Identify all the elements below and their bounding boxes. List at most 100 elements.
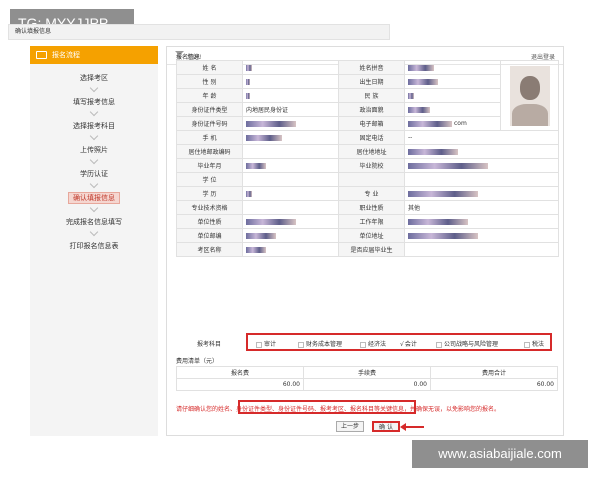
- degree-label: 学 位: [176, 172, 243, 187]
- applicant-photo: [509, 65, 550, 126]
- checkbox[interactable]: [436, 341, 442, 348]
- subject-option[interactable]: 审计: [256, 339, 276, 348]
- sidebar-step-label: 确认填报信息: [68, 192, 120, 204]
- sidebar-step[interactable]: 填写报考信息: [30, 96, 158, 120]
- chevron-down-icon: [89, 203, 99, 213]
- fee-header: 费用合计: [430, 366, 558, 379]
- postcode-label: 居住地邮政编码: [176, 144, 243, 159]
- subject-label: 审计: [264, 341, 277, 348]
- sidebar-step-label: 完成报名信息填写: [66, 218, 122, 226]
- grad-year-label: 毕业年月: [176, 158, 243, 173]
- sidebar-step-label: 填写报考信息: [73, 98, 115, 106]
- sidebar-step[interactable]: 上传照片: [30, 144, 158, 168]
- chevron-down-icon: [89, 179, 99, 189]
- sidebar-step-label: 选择报考科目: [73, 122, 115, 130]
- employer-value: [242, 214, 339, 229]
- fee-value: 0.00: [303, 378, 431, 391]
- step-list: 选择考区填写报考信息 选择报考科目 上传照片学历认证确认填报信息完成报名信息填写 打印…: [30, 64, 158, 264]
- birthdate-value: [404, 74, 501, 89]
- sidebar-step[interactable]: 打印报名信息表: [30, 240, 158, 264]
- phone-value: --: [404, 130, 559, 145]
- birthdate-label: 出生日期: [338, 74, 405, 89]
- sidebar-step[interactable]: 确认填报信息: [30, 192, 158, 216]
- area-value: [242, 242, 339, 257]
- job-value: 其他: [404, 200, 559, 215]
- subjects-box: 审计 财务成本管理 经济法 √会计 公司战略与风险管理 税法: [246, 333, 552, 351]
- checkbox[interactable]: [524, 341, 530, 348]
- work-address-value: [404, 228, 559, 243]
- checkbox[interactable]: [298, 341, 304, 348]
- subject-label: 经济法: [368, 341, 387, 348]
- education-label: 学 历: [176, 186, 243, 201]
- pinyin-value: [404, 60, 501, 75]
- job-label: 职业性质: [338, 200, 405, 215]
- subject-option[interactable]: 经济法: [360, 339, 386, 348]
- sidebar-title: 报名流程: [52, 51, 80, 59]
- mobile-value: [242, 130, 339, 145]
- name-value: [242, 60, 339, 75]
- sidebar-step[interactable]: 选择报考科目: [30, 120, 158, 144]
- sidebar-step[interactable]: 学历认证: [30, 168, 158, 192]
- chevron-down-icon: [89, 155, 99, 165]
- pinyin-label: 姓名拼音: [338, 60, 405, 75]
- checkmark-icon[interactable]: √: [400, 341, 404, 348]
- checkbox[interactable]: [256, 341, 262, 348]
- work-years-label: 工作年限: [338, 214, 405, 229]
- id-number-value: [242, 116, 339, 131]
- subject-label: 公司战略与风险管理: [444, 341, 499, 348]
- fee-header: 报名费: [176, 366, 304, 379]
- id-number-label: 身份证件号码: [176, 116, 243, 131]
- fee-value: 60.00: [176, 378, 304, 391]
- age-value: [242, 88, 339, 103]
- subject-option[interactable]: 税法: [524, 339, 544, 348]
- email-suffix: com: [454, 120, 467, 127]
- sidebar-header: 报名流程: [30, 46, 158, 64]
- monitor-icon: [36, 51, 47, 59]
- sidebar-step-label: 上传照片: [80, 146, 108, 154]
- subject-label: 税法: [532, 341, 545, 348]
- fee-table: 报名费 手续费 费用合计 60.00 0.00 60.00: [176, 366, 558, 391]
- fee-section-label: 费用清单（元）: [176, 358, 219, 365]
- fee-value: 60.00: [430, 378, 558, 391]
- chevron-down-icon: [89, 83, 99, 93]
- major-value: [404, 186, 559, 201]
- sidebar-step-label: 打印报名信息表: [69, 242, 119, 250]
- name-label: 姓 名: [176, 60, 243, 75]
- chevron-down-icon: [89, 227, 99, 237]
- title-qual-value: [242, 200, 339, 215]
- political-value: [404, 102, 501, 117]
- gender-label: 性 别: [176, 74, 243, 89]
- work-address-label: 单位地址: [338, 228, 405, 243]
- work-years-value: [404, 214, 559, 229]
- grad-year-value: [242, 158, 339, 173]
- school-value: [404, 158, 559, 173]
- prev-button[interactable]: 上一步: [336, 421, 364, 432]
- email-value: com: [404, 116, 501, 131]
- subjects-label: 报考科目: [196, 341, 221, 348]
- checkbox[interactable]: [360, 341, 366, 348]
- confirm-button[interactable]: 确 认: [372, 421, 400, 432]
- chevron-down-icon: [89, 107, 99, 117]
- work-post-label: 单位邮编: [176, 228, 243, 243]
- subject-option[interactable]: 财务成本管理: [298, 339, 342, 348]
- arrow-line: [402, 426, 424, 428]
- id-type-value: 内地居民身份证: [242, 102, 339, 117]
- age-label: 年 龄: [176, 88, 243, 103]
- address-label: 居住地地址: [338, 144, 405, 159]
- gender-value: [242, 74, 339, 89]
- is-graduate-label: 是否应届毕业生: [338, 242, 405, 257]
- sidebar-step-label: 学历认证: [80, 170, 108, 178]
- sidebar-step-label: 选择考区: [80, 74, 108, 82]
- sidebar: 报名流程 选择考区填写报考信息 选择报考科目 上传照片学历认证确认填报信息完成报名信…: [30, 46, 158, 436]
- mobile-label: 手 机: [176, 130, 243, 145]
- sidebar-step[interactable]: 完成报名信息填写: [30, 216, 158, 240]
- major-label: 专 业: [338, 186, 405, 201]
- school-label: 毕业院校: [338, 158, 405, 173]
- subject-option[interactable]: √会计: [400, 339, 417, 348]
- watermark-bottom: www.asiabaijiale.com: [412, 440, 588, 468]
- notice-highlight: [238, 400, 416, 414]
- sidebar-step[interactable]: 选择考区: [30, 72, 158, 96]
- subject-option[interactable]: 公司战略与风险管理: [436, 339, 498, 348]
- email-label: 电子邮箱: [338, 116, 405, 131]
- address-value: [404, 144, 559, 159]
